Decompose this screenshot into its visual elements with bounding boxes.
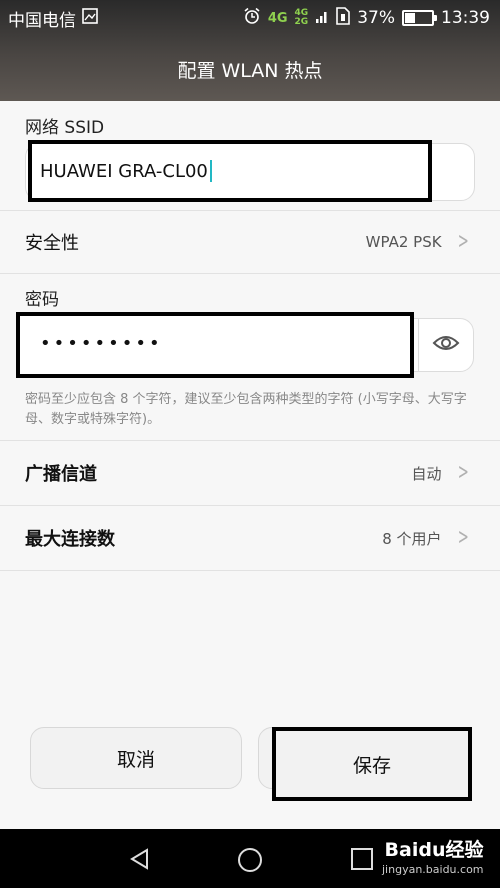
password-input[interactable]: •••••••••	[40, 333, 163, 354]
channel-value-group: 自动 >	[412, 462, 472, 484]
security-value: WPA2 PSK	[365, 233, 442, 251]
watermark-du: du	[418, 839, 446, 861]
cancel-button[interactable]: 取消	[30, 727, 242, 789]
image-icon	[82, 7, 98, 29]
network-4g-label: 4G	[267, 10, 288, 26]
max-connections-label: 最大连接数	[25, 529, 115, 550]
security-row[interactable]: 安全性 WPA2 PSK >	[0, 211, 500, 273]
battery-percent: 37%	[357, 8, 395, 28]
carrier-name: 中国电信	[8, 10, 76, 31]
recent-apps-icon[interactable]	[350, 847, 374, 875]
status-right: 4G 4G 2G 37% 13:39	[243, 6, 490, 30]
channel-row[interactable]: 广播信道 自动 >	[0, 441, 500, 505]
watermark-jingyan: 经验	[445, 839, 484, 861]
save-button[interactable]: 保存	[272, 727, 472, 801]
security-label: 安全性	[25, 233, 79, 254]
sim-icon	[336, 6, 351, 30]
channel-value: 自动	[411, 464, 442, 483]
eye-icon	[432, 333, 460, 357]
page-title: 配置 WLAN 热点	[177, 59, 323, 82]
ssid-label: 网络 SSID	[25, 118, 105, 138]
status-bar: 中国电信 4G 4G 2G 37% 13:39	[0, 0, 500, 36]
status-left: 中国电信	[8, 6, 98, 31]
watermark-logo: Baidu经验	[385, 835, 484, 862]
password-label: 密码	[25, 290, 59, 310]
chevron-right-icon: >	[457, 229, 469, 254]
max-connections-row[interactable]: 最大连接数 8 个用户 >	[0, 506, 500, 570]
chevron-right-icon: >	[457, 460, 469, 485]
header: 中国电信 4G 4G 2G 37% 13:39 配置 WLAN 热点	[0, 0, 500, 101]
signal-icon	[315, 8, 329, 29]
network-stack-bottom: 2G	[294, 17, 309, 27]
battery-icon	[402, 10, 437, 26]
channel-label: 广播信道	[25, 464, 97, 485]
baidu-watermark: Baidu经验 jingyan.baidu.com	[382, 835, 484, 876]
watermark-bai: Bai	[384, 839, 419, 861]
divider	[0, 570, 500, 571]
battery-fill	[405, 13, 416, 23]
alarm-icon	[243, 7, 261, 30]
divider	[0, 273, 500, 274]
password-hint: 密码至少应包含 8 个字符，建议至少包含两种类型的字符 (小写字母、大写字母、数…	[25, 392, 467, 427]
text-caret	[209, 160, 212, 182]
max-connections-value: 8 个用户	[382, 529, 442, 548]
watermark-url: jingyan.baidu.com	[382, 863, 484, 876]
home-icon[interactable]	[237, 847, 263, 877]
network-stack: 4G 2G	[295, 9, 309, 27]
max-connections-value-group: 8 个用户 >	[382, 527, 472, 549]
security-value-group: WPA2 PSK >	[366, 231, 472, 253]
show-password-button[interactable]	[418, 318, 474, 372]
back-icon[interactable]	[128, 847, 152, 875]
ssid-value: HUAWEI GRA-CL00	[40, 160, 208, 182]
ssid-input[interactable]: HUAWEI GRA-CL00	[40, 160, 212, 182]
clock: 13:39	[441, 8, 490, 28]
chevron-right-icon: >	[457, 525, 469, 550]
